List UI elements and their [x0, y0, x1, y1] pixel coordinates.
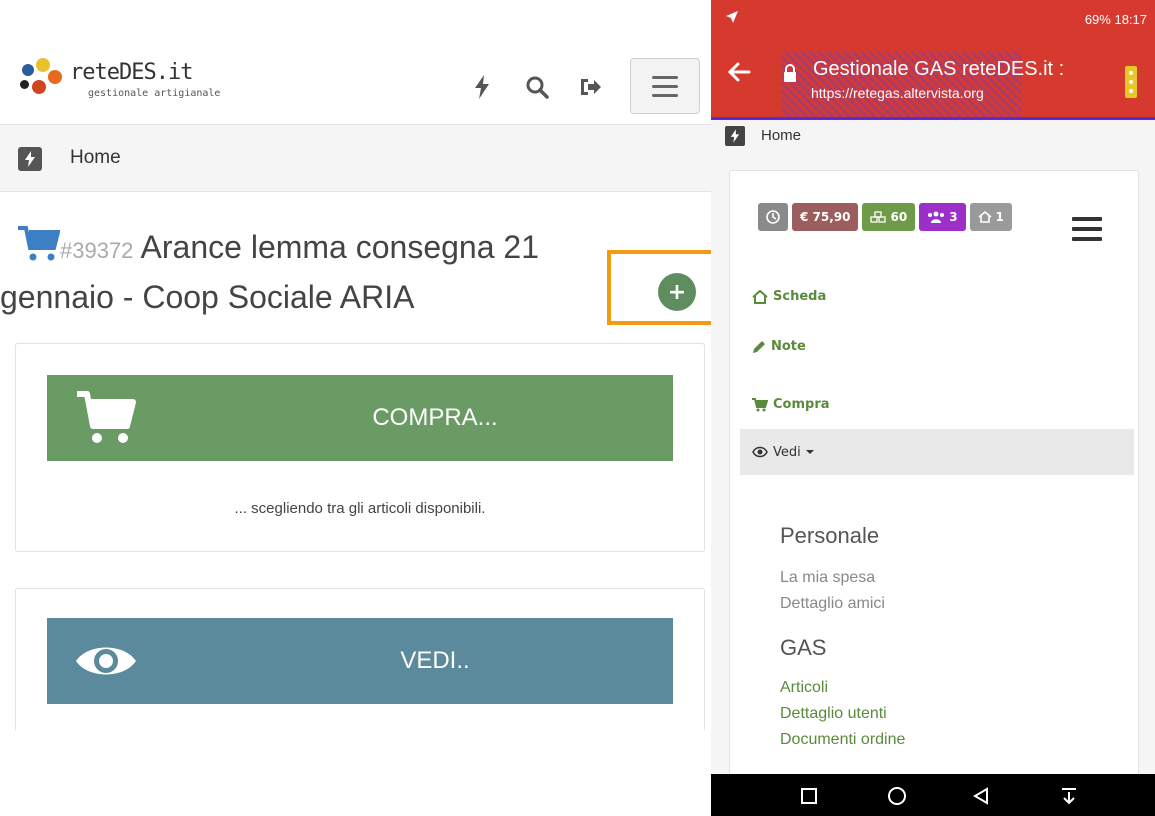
- nav-scheda[interactable]: Scheda: [752, 289, 826, 304]
- retedes-logo[interactable]: reteDES.it gestionale artigianale: [18, 56, 228, 106]
- back-arrow-icon[interactable]: [725, 58, 755, 88]
- bolt-icon[interactable]: [465, 70, 499, 104]
- lock-icon: [783, 64, 797, 82]
- order-id: #39372: [60, 238, 134, 263]
- breadcrumb: Home: [0, 124, 712, 192]
- compra-button-label: COMPRA...: [372, 404, 498, 431]
- nav-vedi-dropdown[interactable]: Vedi: [740, 429, 1134, 475]
- compra-note: ... scegliendo tra gli articoli disponib…: [234, 500, 486, 517]
- nav-compra[interactable]: Compra: [752, 397, 830, 412]
- browser-app-bar: Gestionale GAS reteDES.it : https://rete…: [711, 40, 1155, 120]
- cart-icon: [752, 397, 768, 411]
- vedi-button-label: VEDI..: [400, 647, 470, 674]
- pencil-icon: [753, 340, 765, 353]
- breadcrumb-home-link[interactable]: Home: [70, 147, 121, 169]
- vedi-dropdown-menu: Personale La mia spesa Dettaglio amici G…: [744, 479, 1134, 789]
- home-icon: [752, 289, 768, 304]
- home-count: 1: [995, 210, 1004, 224]
- notification-pull-icon[interactable]: [1057, 784, 1081, 808]
- page-title: Gestionale GAS reteDES.it :: [813, 58, 1065, 80]
- back-triangle-icon[interactable]: [969, 784, 993, 808]
- cart-icon: [18, 226, 61, 262]
- breadcrumb-bolt-icon: [18, 147, 42, 171]
- dropdown-item-dettaglio-amici[interactable]: Dettaglio amici: [780, 595, 885, 613]
- breadcrumb-home-link[interactable]: Home: [761, 127, 801, 144]
- hamburger-menu-button[interactable]: [630, 58, 700, 114]
- order-badges: € 75,90 60 3 1: [758, 203, 1012, 231]
- dropdown-header-personale: Personale: [780, 523, 880, 548]
- screenshot-stage: reteDES.it gestionale artigianale Home #…: [0, 0, 1155, 816]
- order-title: #39372 Arance lemma consegna 21 gennaio …: [0, 224, 620, 320]
- add-button[interactable]: +: [658, 273, 696, 311]
- compra-button[interactable]: COMPRA...: [47, 375, 673, 461]
- logo-dots-icon: [18, 58, 68, 104]
- search-icon[interactable]: [520, 70, 554, 104]
- users-icon: [928, 211, 945, 223]
- caret-down-icon: [805, 450, 814, 454]
- home-badge: 1: [969, 203, 1012, 231]
- mobile-breadcrumb: Home: [711, 120, 1155, 156]
- mobile-view: 69% 18:17 Gestionale GAS reteDES.it : ht…: [711, 0, 1155, 816]
- vedi-button[interactable]: VEDI..: [47, 618, 673, 704]
- dropdown-item-la-mia-spesa[interactable]: La mia spesa: [780, 569, 875, 587]
- order-card: € 75,90 60 3 1 Scheda Note Compra Vedi P…: [729, 170, 1139, 790]
- vedi-card: VEDI..: [15, 588, 705, 730]
- dropdown-item-articoli[interactable]: Articoli: [780, 679, 828, 697]
- overflow-menu-icon[interactable]: [1125, 66, 1137, 98]
- breadcrumb-bolt-icon: [725, 126, 745, 146]
- android-nav-bar: [711, 774, 1155, 816]
- cubes-icon: [870, 211, 887, 223]
- total-value: € 75,90: [800, 210, 851, 224]
- home-circle-icon[interactable]: [885, 784, 909, 808]
- card-menu-button[interactable]: [1072, 217, 1102, 241]
- home-icon: [978, 211, 992, 223]
- navigation-arrow-icon: [725, 10, 739, 27]
- users-badge: 3: [919, 203, 966, 231]
- items-count: 60: [890, 210, 908, 224]
- sign-out-icon[interactable]: [574, 70, 608, 104]
- logo-title: reteDES.it: [70, 60, 193, 85]
- desktop-view: reteDES.it gestionale artigianale Home #…: [0, 0, 712, 730]
- top-header: reteDES.it gestionale artigianale: [0, 52, 712, 124]
- items-badge: 60: [862, 203, 916, 231]
- nav-note[interactable]: Note: [752, 339, 806, 354]
- dropdown-header-gas: GAS: [780, 635, 827, 660]
- status-indicators: 69% 18:17: [1084, 12, 1147, 27]
- eye-icon: [752, 446, 768, 458]
- clock-icon: [766, 210, 780, 224]
- recent-apps-icon[interactable]: [797, 784, 821, 808]
- users-count: 3: [949, 210, 958, 224]
- logo-subtitle: gestionale artigianale: [88, 88, 221, 99]
- compra-card: COMPRA... ... scegliendo tra gli articol…: [15, 343, 705, 552]
- page-url[interactable]: https://retegas.altervista.org: [811, 85, 984, 101]
- clock-badge: [758, 203, 788, 231]
- dropdown-item-dettaglio-utenti[interactable]: Dettaglio utenti: [780, 705, 887, 723]
- status-bar: 69% 18:17: [711, 0, 1155, 40]
- dropdown-item-documenti-ordine[interactable]: Documenti ordine: [780, 731, 905, 749]
- total-badge: € 75,90: [792, 203, 859, 231]
